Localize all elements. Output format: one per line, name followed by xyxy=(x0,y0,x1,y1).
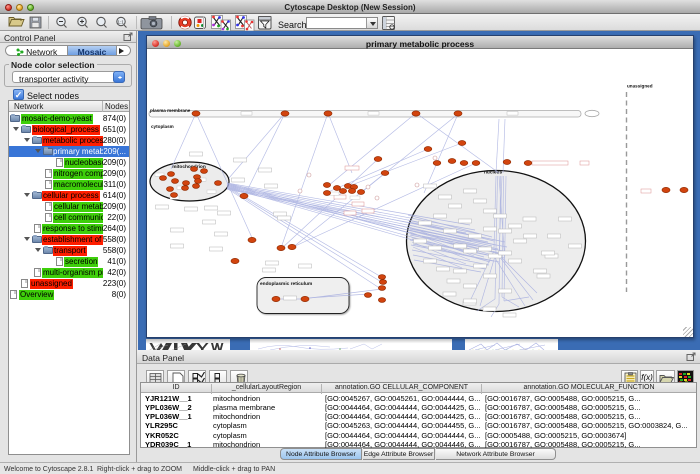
svg-text:endoplasmic reticulum: endoplasmic reticulum xyxy=(260,281,312,287)
svg-text:1:1: 1:1 xyxy=(118,20,125,25)
svg-text:cytoplasm: cytoplasm xyxy=(151,124,174,129)
svg-text:unassigned: unassigned xyxy=(627,84,653,89)
svg-text:mitochondrion: mitochondrion xyxy=(172,164,206,170)
svg-text:plasma membrane: plasma membrane xyxy=(150,108,191,113)
svg-text:nucleus: nucleus xyxy=(484,170,502,176)
